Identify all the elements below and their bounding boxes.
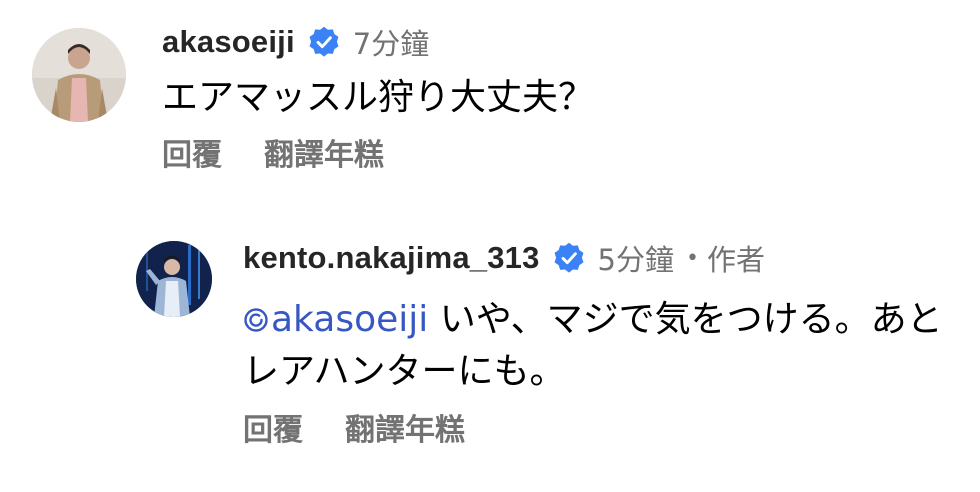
avatar-photo xyxy=(32,28,126,122)
mention-at-icon xyxy=(243,307,269,333)
reply-button[interactable]: 回覆 xyxy=(243,405,303,449)
avatar[interactable] xyxy=(32,28,126,122)
comment-text: エアマッスル狩り大丈夫？ xyxy=(162,72,942,124)
comment-body: エアマッスル狩り大丈夫？ xyxy=(162,77,595,118)
reply-button[interactable]: 回覆 xyxy=(162,130,222,174)
comment-meta: akasoeiji 7分鐘 xyxy=(162,22,429,62)
translate-button[interactable]: 翻譯年糕 xyxy=(264,130,384,174)
username[interactable]: akasoeiji xyxy=(162,24,295,60)
translate-button[interactable]: 翻譯年糕 xyxy=(345,405,465,449)
avatar-photo xyxy=(136,241,212,317)
timestamp: 5分鐘 xyxy=(597,243,674,277)
mention-link[interactable]: akasoeiji xyxy=(243,299,428,340)
reply-text: akasoeiji いや、マジで気をつける。あとレアハンターにも。 xyxy=(243,294,943,398)
timestamp: 7分鐘 xyxy=(352,27,430,61)
mention-username: akasoeiji xyxy=(271,299,429,340)
reply-actions: 回覆 翻譯年糕 xyxy=(243,405,465,449)
username[interactable]: kento.nakajima_313 xyxy=(243,240,540,276)
separator-dot: • xyxy=(686,245,699,271)
author-badge: 作者 xyxy=(706,243,765,277)
verified-badge-icon xyxy=(307,25,341,59)
avatar[interactable] xyxy=(136,241,212,317)
comment-actions: 回覆 翻譯年糕 xyxy=(162,130,384,174)
verified-badge-icon xyxy=(552,241,586,275)
reply-meta: kento.nakajima_313 5分鐘 • 作者 xyxy=(243,238,765,278)
